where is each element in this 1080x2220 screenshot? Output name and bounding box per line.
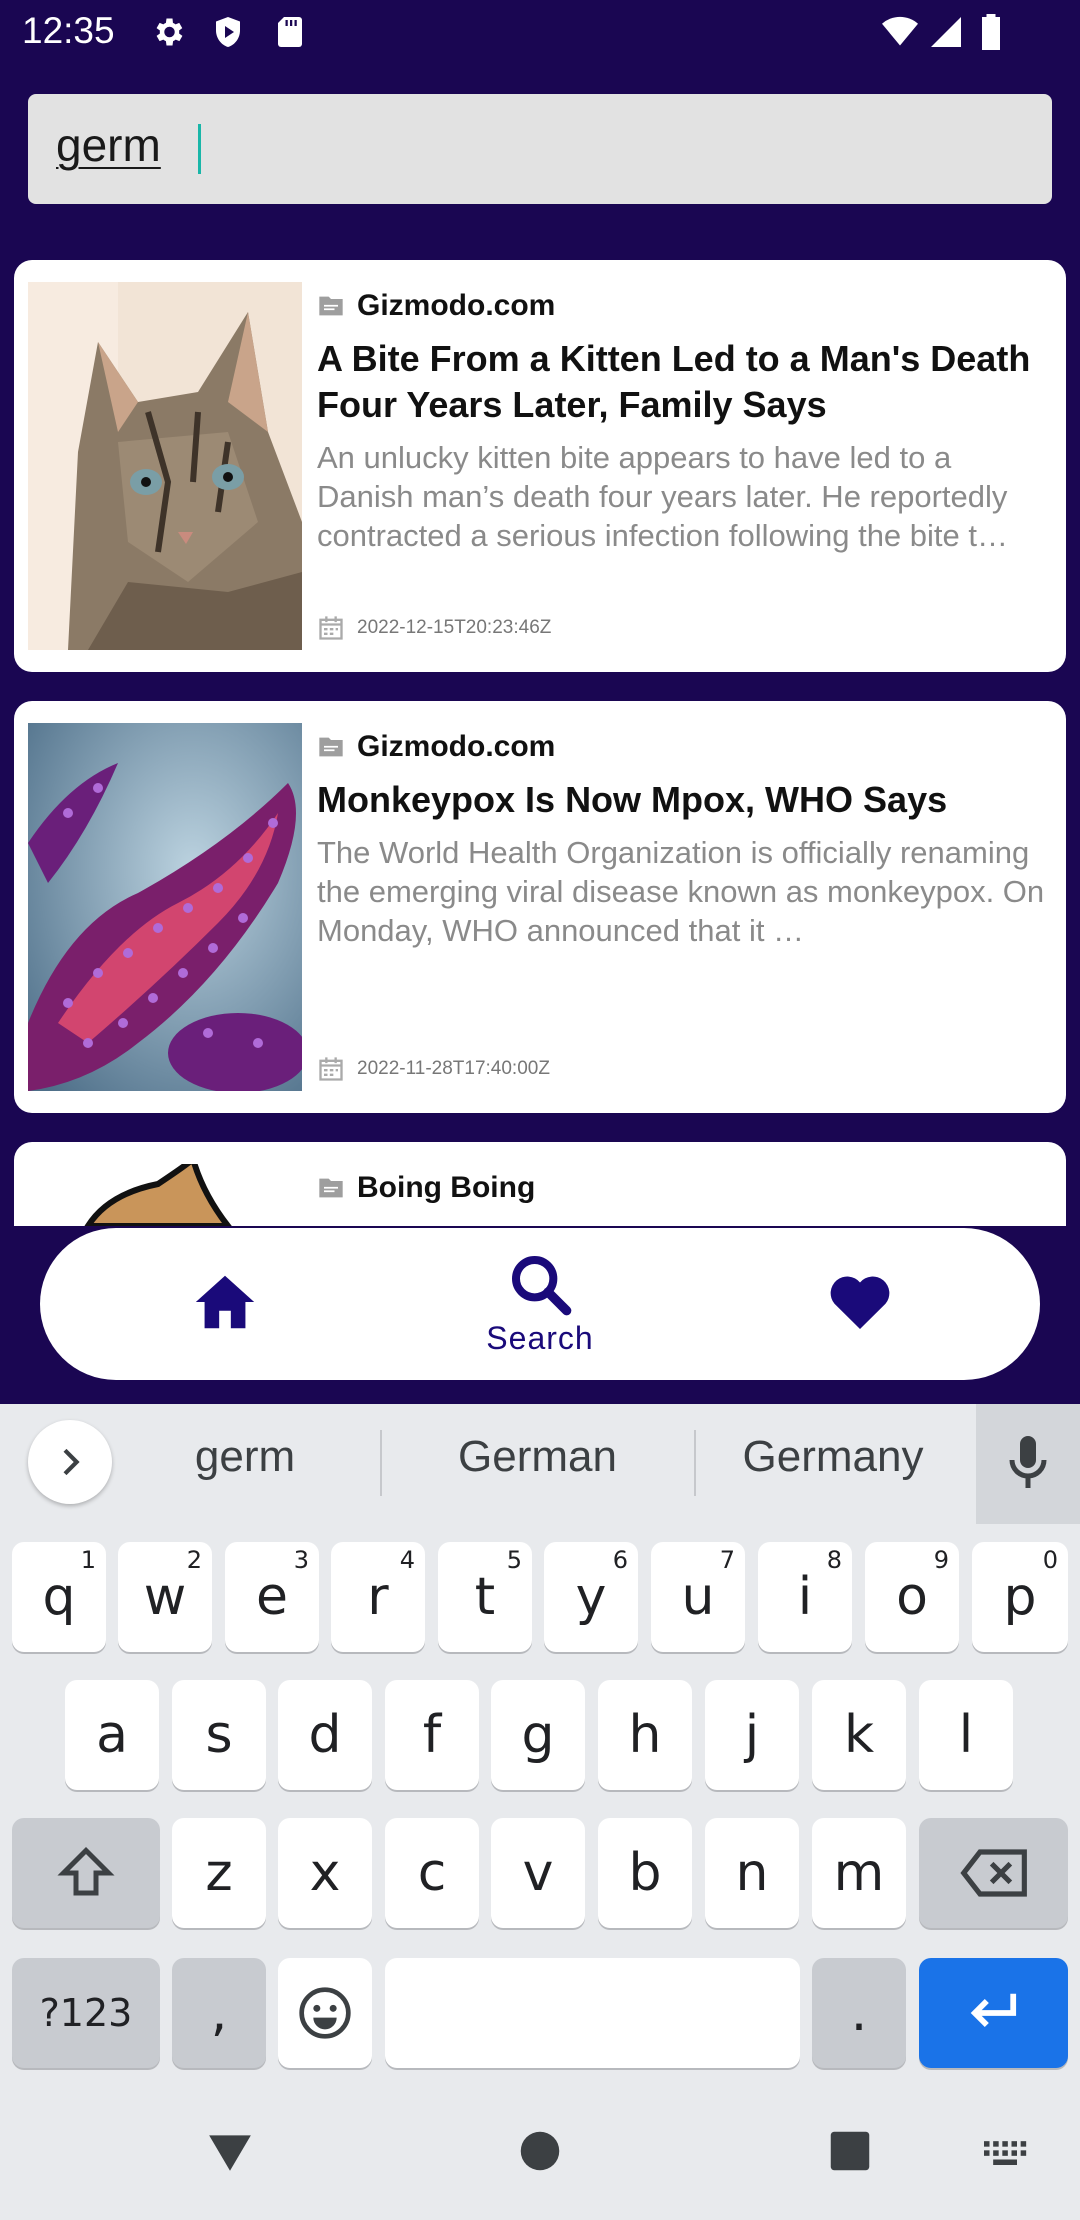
symbols-key[interactable]: ?123 <box>12 1958 160 2068</box>
battery-icon <box>982 14 1000 50</box>
nav-favorites[interactable] <box>795 1228 925 1380</box>
keyboard-switch-icon[interactable] <box>984 2140 1028 2168</box>
shift-key[interactable] <box>12 1818 160 1928</box>
article-date: 2022-11-28T17:40:00Z <box>357 1058 550 1079</box>
signal-icon <box>931 17 961 47</box>
article-description: An unlucky kitten bite appears to have l… <box>317 440 1008 553</box>
source-icon <box>319 296 343 316</box>
article-thumbnail <box>28 723 302 1091</box>
settings-icon <box>156 18 183 46</box>
nav-home[interactable] <box>160 1228 290 1380</box>
enter-key[interactable] <box>919 1958 1068 2068</box>
nav-search[interactable]: Search <box>460 1228 620 1380</box>
sd-card-icon <box>278 17 302 47</box>
article-title: Monkeypox Is Now Mpox, WHO Says <box>317 779 948 820</box>
comma-key[interactable]: , <box>172 1958 266 2068</box>
key-x[interactable]: x <box>278 1818 372 1928</box>
status-bar: 12:35 <box>0 0 1080 66</box>
recents-icon[interactable] <box>829 2130 871 2172</box>
key-z[interactable]: z <box>172 1818 266 1928</box>
key-n[interactable]: n <box>705 1818 799 1928</box>
bottom-navigation: Search <box>40 1228 1040 1380</box>
wifi-icon <box>882 16 918 46</box>
text-cursor <box>198 124 201 174</box>
suggestion-item[interactable]: Germany <box>708 1432 958 1482</box>
shield-icon <box>216 17 240 47</box>
key-s[interactable]: s <box>172 1680 266 1790</box>
key-r[interactable]: r4 <box>331 1542 425 1652</box>
key-c[interactable]: c <box>385 1818 479 1928</box>
back-icon[interactable] <box>205 2130 255 2174</box>
key-u[interactable]: u7 <box>651 1542 745 1652</box>
key-e[interactable]: e3 <box>225 1542 319 1652</box>
key-m[interactable]: m <box>812 1818 906 1928</box>
suggestion-item[interactable]: German <box>400 1432 675 1482</box>
key-j[interactable]: j <box>705 1680 799 1790</box>
article-description: The World Health Organization is officia… <box>317 835 1045 948</box>
source-icon <box>319 1178 343 1198</box>
calendar-icon <box>319 616 343 640</box>
period-key[interactable]: . <box>812 1958 906 2068</box>
space-key[interactable] <box>385 1958 800 2068</box>
key-h[interactable]: h <box>598 1680 692 1790</box>
mic-icon <box>1009 1436 1047 1488</box>
suggestion-strip: germ German Germany <box>0 1404 1080 1524</box>
key-q[interactable]: q1 <box>12 1542 106 1652</box>
key-g[interactable]: g <box>491 1680 585 1790</box>
search-input-value: germ <box>56 119 161 171</box>
key-y[interactable]: y6 <box>544 1542 638 1652</box>
chevron-right-icon <box>63 1448 80 1476</box>
expand-suggestions-button[interactable] <box>28 1420 112 1504</box>
article-source: Gizmodo.com <box>357 289 556 322</box>
heart-icon <box>830 1276 890 1329</box>
key-i[interactable]: i8 <box>758 1542 852 1652</box>
shift-icon <box>57 1846 115 1896</box>
key-l[interactable]: l <box>919 1680 1013 1790</box>
voice-input-button[interactable] <box>976 1404 1080 1524</box>
article-title: A Bite From a Kitten Led to a Man's Deat… <box>317 338 1031 425</box>
key-k[interactable]: k <box>812 1680 906 1790</box>
article-thumbnail <box>28 1164 302 1226</box>
enter-icon <box>970 1993 1016 2028</box>
article-date: 2022-12-15T20:23:46Z <box>357 617 552 638</box>
status-time: 12:35 <box>22 10 115 51</box>
system-navigation-bar <box>0 2090 1080 2220</box>
backspace-icon <box>959 1849 1027 1897</box>
backspace-key[interactable] <box>919 1818 1068 1928</box>
key-d[interactable]: d <box>278 1680 372 1790</box>
nav-search-label: Search <box>486 1319 594 1356</box>
source-icon <box>319 737 343 757</box>
article-card[interactable]: Boing Boing <box>14 1142 1066 1226</box>
key-t[interactable]: t5 <box>438 1542 532 1652</box>
search-icon <box>511 1255 572 1315</box>
key-v[interactable]: v <box>491 1818 585 1928</box>
home-circle-icon[interactable] <box>519 2130 561 2172</box>
article-thumbnail <box>28 282 302 650</box>
calendar-icon <box>319 1057 343 1081</box>
key-f[interactable]: f <box>385 1680 479 1790</box>
suggestion-item[interactable]: germ <box>140 1432 350 1482</box>
key-w[interactable]: w2 <box>118 1542 212 1652</box>
article-card[interactable]: Gizmodo.com Monkeypox Is Now Mpox, WHO S… <box>14 701 1066 1113</box>
emoji-key[interactable] <box>278 1958 372 2068</box>
key-b[interactable]: b <box>598 1818 692 1928</box>
emoji-icon <box>299 1987 351 2039</box>
article-source: Gizmodo.com <box>357 730 556 763</box>
home-icon <box>195 1275 255 1329</box>
article-source: Boing Boing <box>357 1171 536 1204</box>
key-p[interactable]: p0 <box>972 1542 1068 1652</box>
key-a[interactable]: a <box>65 1680 159 1790</box>
key-o[interactable]: o9 <box>865 1542 959 1652</box>
search-input[interactable]: germ <box>28 94 1052 204</box>
article-card[interactable]: Gizmodo.com A Bite From a Kitten Led to … <box>14 260 1066 672</box>
